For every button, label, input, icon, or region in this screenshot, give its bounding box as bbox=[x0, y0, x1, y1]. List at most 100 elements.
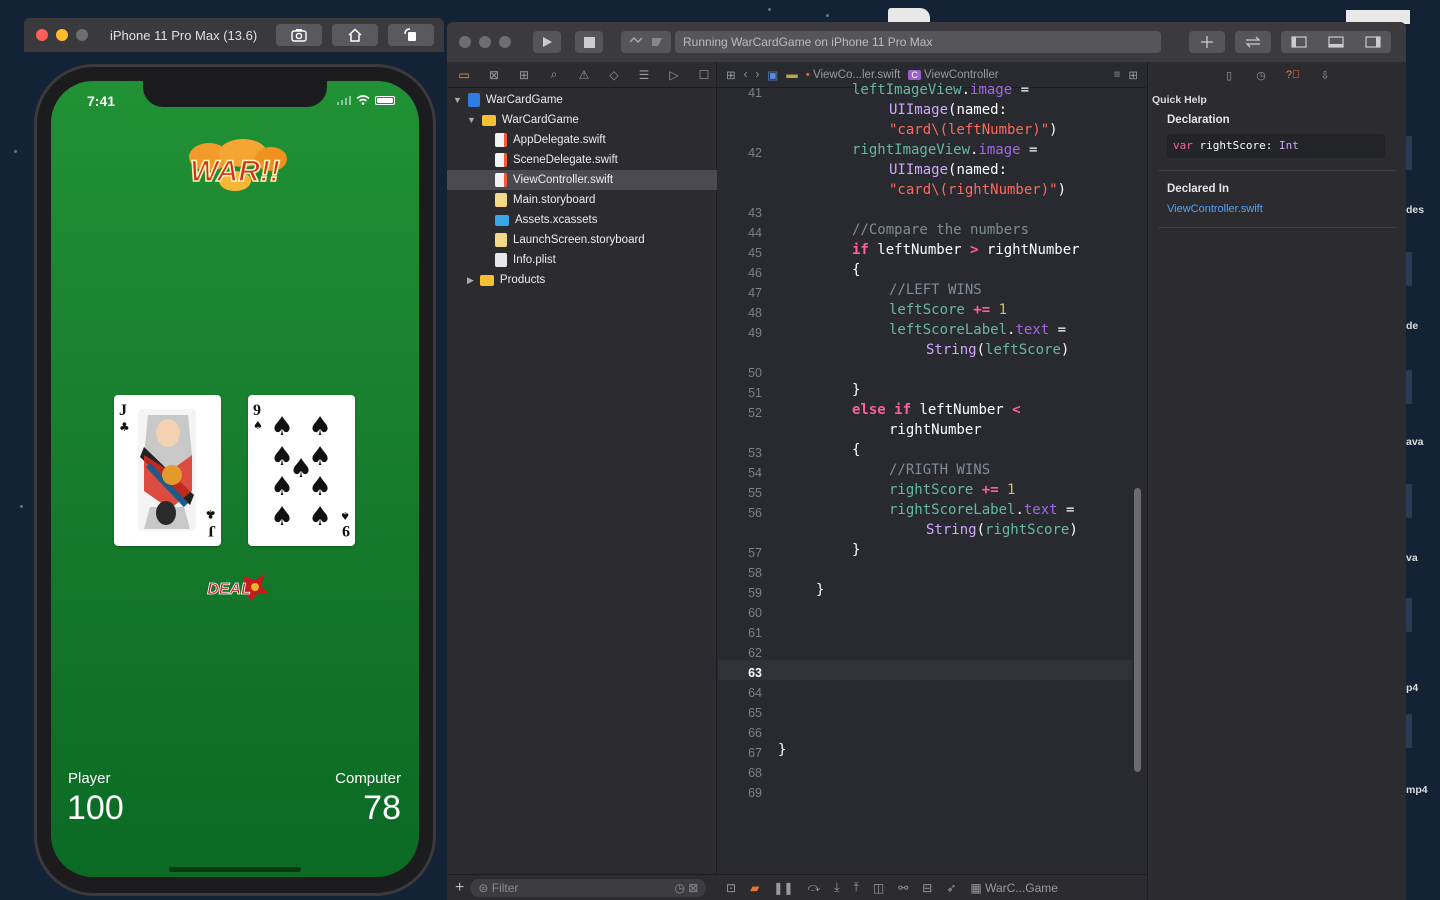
home-button[interactable] bbox=[332, 24, 378, 46]
desktop-file-label[interactable]: mp4 bbox=[1406, 784, 1428, 796]
hide-debug-icon[interactable]: ⊡ bbox=[726, 881, 736, 895]
declared-in-link[interactable]: ViewController.swift bbox=[1167, 203, 1263, 215]
tree-item-file[interactable]: Assets.xcassets bbox=[447, 210, 717, 230]
forward-icon[interactable]: › bbox=[755, 69, 759, 81]
tree-item-label: Products bbox=[499, 274, 546, 286]
home-indicator[interactable] bbox=[169, 867, 301, 872]
breadcrumb-file[interactable]: ▪ ViewCo...ler.swift bbox=[806, 69, 901, 81]
zoom-window-button[interactable] bbox=[76, 29, 88, 41]
screenshot-button[interactable] bbox=[276, 24, 322, 46]
rotate-button[interactable] bbox=[388, 24, 434, 46]
desktop-thumbnail[interactable] bbox=[1406, 714, 1412, 748]
wifi-icon bbox=[356, 95, 370, 105]
scheme-process-label: WarC...Game bbox=[985, 880, 1058, 895]
debug-toggle-icon[interactable] bbox=[1328, 36, 1344, 48]
desktop-file-label[interactable]: ava bbox=[1406, 436, 1424, 448]
line-number: 49 bbox=[748, 326, 762, 340]
report-icon[interactable]: ☐ bbox=[695, 67, 713, 83]
related-items-icon[interactable]: ⊞ bbox=[726, 68, 736, 82]
tree-item-group[interactable]: ▶ Products bbox=[447, 270, 717, 290]
desktop-dot bbox=[20, 505, 23, 508]
close-window-button[interactable] bbox=[459, 36, 471, 48]
symbol-icon[interactable]: ⊞ bbox=[515, 67, 533, 83]
code-review-button[interactable] bbox=[1235, 31, 1271, 53]
war-logo-text: WAR!! bbox=[190, 155, 280, 188]
inspector-toggle-icon[interactable] bbox=[1365, 36, 1381, 48]
location-icon[interactable]: ➶ bbox=[946, 881, 956, 895]
back-icon[interactable]: ‹ bbox=[744, 69, 748, 81]
filter-input[interactable]: ⊜ Filter ◷ ⊠ bbox=[470, 878, 707, 897]
play-icon bbox=[543, 37, 552, 47]
step-into-icon[interactable]: ⤓ bbox=[834, 880, 839, 895]
tree-item-file-selected[interactable]: ViewController.swift bbox=[447, 170, 717, 190]
desktop-file-label[interactable]: va bbox=[1406, 552, 1418, 564]
issue-icon[interactable]: ⚠ bbox=[575, 67, 593, 83]
add-file-icon[interactable]: + bbox=[455, 879, 464, 897]
tree-item-label: WarCardGame bbox=[485, 94, 563, 106]
zoom-window-button[interactable] bbox=[499, 36, 511, 48]
quick-help-title: Quick Help bbox=[1152, 94, 1207, 106]
debug-icon[interactable]: ☰ bbox=[635, 67, 653, 83]
tree-item-file[interactable]: Main.storyboard bbox=[447, 190, 717, 210]
breadcrumb-symbol-label: ViewController bbox=[924, 68, 999, 81]
navigator-toggle-icon[interactable] bbox=[1291, 36, 1307, 48]
disclosure-closed-icon[interactable]: ▶ bbox=[467, 275, 474, 286]
desktop-file-label[interactable]: p4 bbox=[1406, 682, 1418, 694]
deal-button[interactable]: DEAL bbox=[199, 572, 271, 602]
line-number: 51 bbox=[748, 386, 762, 400]
close-window-button[interactable] bbox=[36, 29, 48, 41]
desktop-thumbnail[interactable] bbox=[1406, 136, 1412, 170]
disclosure-open-icon[interactable]: ▼ bbox=[453, 95, 462, 105]
breakpoints-icon[interactable]: ▰ bbox=[750, 881, 759, 895]
battery-icon bbox=[375, 95, 395, 105]
memory-graph-icon[interactable]: ⚯ bbox=[898, 881, 908, 895]
desktop-thumbnail[interactable] bbox=[1406, 598, 1412, 632]
test-icon[interactable]: ◇ bbox=[605, 67, 623, 83]
tree-item-project[interactable]: ▼ WarCardGame bbox=[447, 90, 717, 110]
view-debugger-icon[interactable]: ◫ bbox=[873, 881, 884, 895]
storyboard-file-icon bbox=[495, 233, 507, 247]
quick-help-icon[interactable]: ?⃝ bbox=[1285, 68, 1301, 82]
run-button[interactable] bbox=[533, 31, 561, 53]
step-out-icon[interactable]: ⤒ bbox=[854, 880, 859, 895]
tree-item-group[interactable]: ▼ WarCardGame bbox=[447, 110, 717, 130]
minimize-window-button[interactable] bbox=[479, 36, 491, 48]
breadcrumb-symbol[interactable]: C ViewController bbox=[908, 68, 999, 81]
desktop-thumbnail[interactable] bbox=[1406, 252, 1412, 286]
folder-icon[interactable]: ▭ bbox=[455, 67, 473, 83]
tree-item-file[interactable]: AppDelegate.swift bbox=[447, 130, 717, 150]
pause-icon[interactable]: ❚❚ bbox=[773, 881, 793, 895]
identity-inspector-icon[interactable]: ⇩ bbox=[1317, 68, 1333, 82]
find-icon[interactable]: ⌕ bbox=[545, 67, 563, 83]
desktop-file-label[interactable]: des bbox=[1406, 204, 1424, 216]
editor-scrollbar[interactable] bbox=[1134, 488, 1141, 772]
tree-item-file[interactable]: SceneDelegate.swift bbox=[447, 150, 717, 170]
tree-item-label: Assets.xcassets bbox=[515, 214, 598, 226]
desktop-file-label[interactable]: de bbox=[1406, 320, 1418, 332]
folder-breadcrumb-icon[interactable]: ▬ bbox=[786, 69, 798, 81]
disclosure-open-icon[interactable]: ▼ bbox=[467, 115, 476, 125]
desktop-thumbnail[interactable] bbox=[1406, 484, 1412, 518]
tree-item-file[interactable]: LaunchScreen.storyboard bbox=[447, 230, 717, 250]
minimize-window-button[interactable] bbox=[56, 29, 68, 41]
tree-item-file[interactable]: Info.plist bbox=[447, 250, 717, 270]
code-area[interactable]: 41 42 43 44 45 46 47 48 49 50 51 52 53 5… bbox=[718, 82, 1146, 874]
recent-filter-icon[interactable]: ◷ ⊠ bbox=[674, 881, 698, 895]
stop-button[interactable] bbox=[575, 31, 603, 53]
line-number: 46 bbox=[748, 266, 762, 280]
editor-options-icon[interactable]: ≡ bbox=[1114, 69, 1121, 81]
breakpoint-icon[interactable]: ▷ bbox=[665, 67, 683, 83]
scheme-selector[interactable] bbox=[621, 31, 671, 53]
scheme-process[interactable]: ▦ WarC...Game bbox=[970, 881, 1058, 895]
file-inspector-icon[interactable]: ▯ bbox=[1221, 68, 1237, 82]
history-inspector-icon[interactable]: ◷ bbox=[1253, 68, 1269, 82]
inspector-tabs: ▯ ◷ ?⃝ ⇩ bbox=[1148, 62, 1406, 88]
arrows-icon bbox=[1245, 36, 1261, 48]
add-editor-icon[interactable]: ⊞ bbox=[1128, 68, 1138, 82]
desktop-thumbnail[interactable] bbox=[1406, 370, 1412, 404]
project-breadcrumb-icon[interactable]: ▣ bbox=[767, 68, 778, 82]
environment-icon[interactable]: ⊟ bbox=[922, 881, 932, 895]
library-button[interactable] bbox=[1189, 31, 1225, 53]
step-over-icon[interactable]: ⤼ bbox=[807, 880, 820, 895]
source-control-icon[interactable]: ⊠ bbox=[485, 67, 503, 83]
